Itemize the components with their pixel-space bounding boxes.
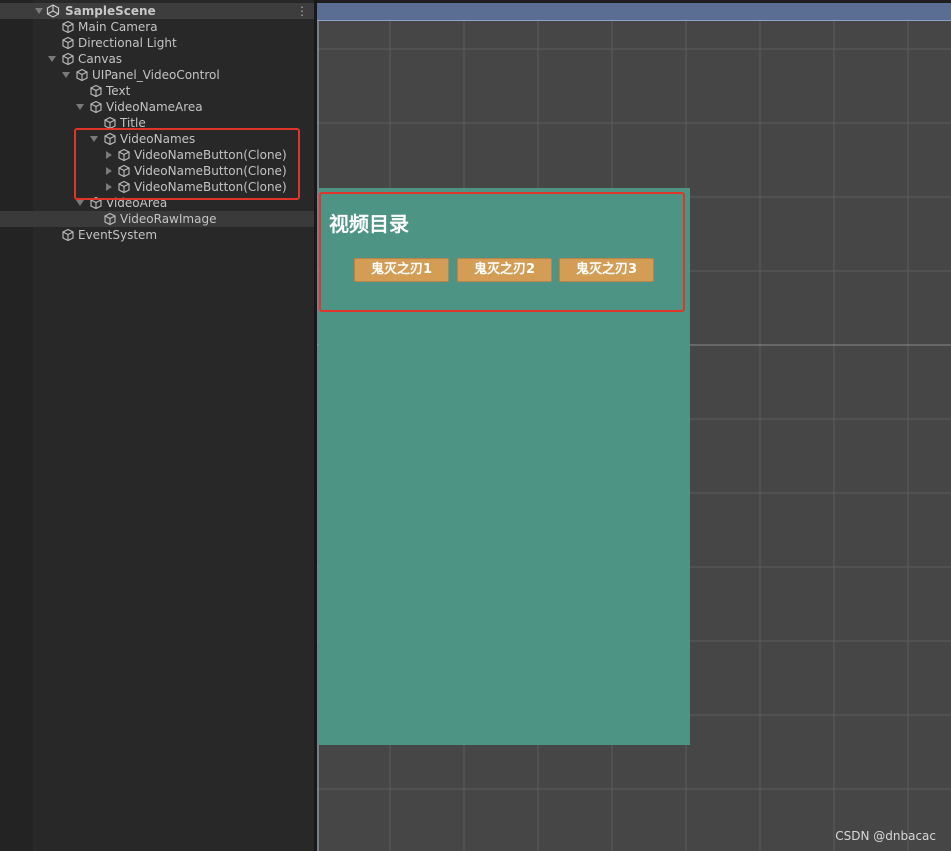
unity-scene-icon bbox=[46, 4, 60, 18]
hierarchy-item-videorawimage[interactable]: VideoRawImage bbox=[0, 211, 314, 227]
watermark: CSDN @dnbacac bbox=[835, 829, 936, 843]
gameobject-cube-icon bbox=[62, 228, 74, 242]
hierarchy-item-main-camera[interactable]: Main Camera bbox=[0, 19, 314, 35]
hierarchy-item-text[interactable]: Text bbox=[0, 83, 314, 99]
gameobject-cube-icon bbox=[62, 36, 74, 50]
gameobject-cube-icon bbox=[62, 52, 74, 66]
hierarchy-item-directional-light[interactable]: Directional Light bbox=[0, 35, 314, 51]
expand-arrow-icon[interactable] bbox=[48, 56, 56, 62]
gameobject-cube-icon bbox=[76, 68, 88, 82]
expand-arrow-icon[interactable] bbox=[76, 200, 84, 206]
hierarchy-item-label: UIPanel_VideoControl bbox=[92, 68, 220, 82]
hierarchy-panel: SampleScene ⋮ Main Camera Directional Li… bbox=[0, 0, 314, 851]
hierarchy-item-videonamearea[interactable]: VideoNameArea bbox=[0, 99, 314, 115]
kebab-menu-icon[interactable]: ⋮ bbox=[296, 4, 308, 18]
gameobject-cube-icon bbox=[104, 212, 116, 226]
gameobject-cube-icon bbox=[90, 100, 102, 114]
hierarchy-item-canvas[interactable]: Canvas bbox=[0, 51, 314, 67]
gameobject-cube-icon bbox=[62, 20, 74, 34]
hierarchy-item-label: EventSystem bbox=[78, 228, 158, 242]
expand-arrow-icon[interactable] bbox=[35, 8, 43, 14]
hierarchy-item-label: Main Camera bbox=[78, 20, 158, 34]
highlight-annotation-box bbox=[74, 128, 300, 200]
expand-arrow-icon[interactable] bbox=[76, 104, 84, 110]
hierarchy-item-label: VideoRawImage bbox=[120, 212, 217, 226]
hierarchy-item-label: VideoNameArea bbox=[106, 100, 203, 114]
hierarchy-item-label: Directional Light bbox=[78, 36, 177, 50]
gameobject-cube-icon bbox=[90, 84, 102, 98]
hierarchy-item-label: Text bbox=[106, 84, 131, 98]
hierarchy-item-uipanel-videocontrol[interactable]: UIPanel_VideoControl bbox=[0, 67, 314, 83]
scene-view[interactable]: 视频目录 鬼灭之刃1 鬼灭之刃2 鬼灭之刃3 CSDN @dnbacac bbox=[317, 0, 951, 851]
highlight-annotation-box bbox=[319, 192, 685, 312]
scene-name: SampleScene bbox=[65, 4, 156, 18]
hierarchy-item-eventsystem[interactable]: EventSystem bbox=[0, 227, 314, 243]
canvas-top-edge bbox=[317, 3, 951, 20]
hierarchy-item-label: Canvas bbox=[78, 52, 123, 66]
expand-arrow-icon[interactable] bbox=[62, 72, 70, 78]
scene-header[interactable]: SampleScene ⋮ bbox=[0, 3, 314, 19]
